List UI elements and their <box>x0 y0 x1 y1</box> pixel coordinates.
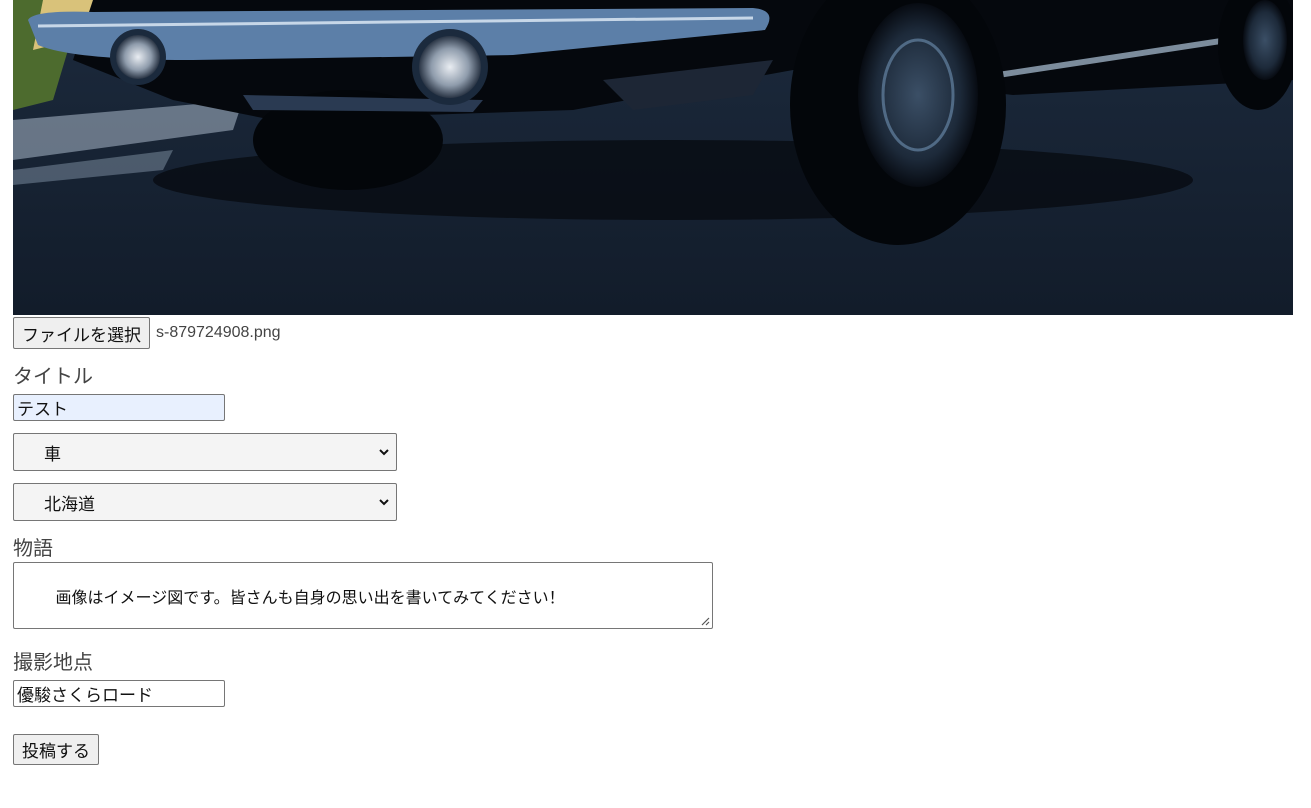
title-input[interactable] <box>13 394 225 421</box>
submit-button[interactable]: 投稿する <box>13 734 99 765</box>
prefecture-selected-value: 北海道 <box>44 494 95 515</box>
category-selected-value: 車 <box>44 444 61 465</box>
chevron-down-icon <box>379 499 389 506</box>
car-illustration <box>13 0 1293 315</box>
story-text: 画像はイメージ図です。皆さんも自身の思い出を書いてみてください！ <box>55 588 565 607</box>
location-label: 撮影地点 <box>13 650 93 674</box>
image-preview <box>13 0 1293 315</box>
file-upload-row: ファイルを選択 s-879724908.png <box>13 317 281 349</box>
title-label: タイトル <box>13 364 93 388</box>
chevron-down-icon <box>379 449 389 456</box>
story-label: 物語 <box>13 536 53 560</box>
location-input[interactable] <box>13 680 225 707</box>
resize-grip-icon[interactable] <box>700 616 710 626</box>
category-select[interactable]: 車 <box>13 433 397 471</box>
story-textarea[interactable]: 画像はイメージ図です。皆さんも自身の思い出を書いてみてください！ <box>13 562 713 629</box>
selected-file-name: s-879724908.png <box>156 324 281 341</box>
post-form-page: ファイルを選択 s-879724908.png タイトル 車 北海道 物語 画像… <box>0 0 1311 808</box>
prefecture-select[interactable]: 北海道 <box>13 483 397 521</box>
choose-file-button[interactable]: ファイルを選択 <box>13 317 150 349</box>
